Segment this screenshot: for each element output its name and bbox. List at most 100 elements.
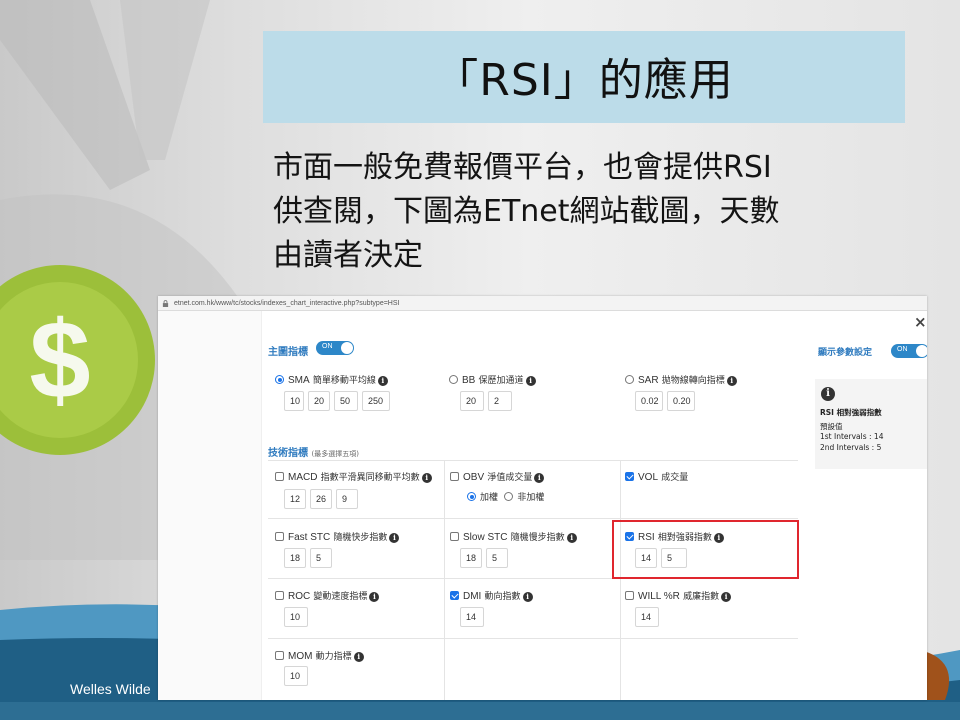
slow-stc-input-1[interactable]: 18: [460, 548, 482, 568]
rsi-highlight-box: [612, 520, 799, 579]
bb-input-2[interactable]: 2: [488, 391, 512, 411]
sma-inputs: 10 20 50 250: [284, 391, 390, 411]
info-icon[interactable]: i: [353, 652, 364, 662]
option-en: Fast STC: [288, 532, 331, 543]
option-en: MOM: [288, 651, 313, 662]
sar-option[interactable]: SAR 拋物線轉向指標 i: [625, 373, 737, 386]
macd-checkbox[interactable]: [275, 472, 284, 481]
option-zh: 淨值成交量: [487, 473, 533, 483]
will-r-inputs: 14: [635, 607, 659, 627]
will-r-checkbox[interactable]: [625, 591, 634, 600]
sar-radio[interactable]: [625, 375, 634, 384]
url-text: etnet.com.hk/www/tc/stocks/indexes_chart…: [174, 300, 400, 307]
side-toggle[interactable]: ON: [891, 344, 927, 358]
macd-input-2[interactable]: 26: [310, 489, 332, 509]
dmi-option[interactable]: DMI 動向指數 i: [450, 589, 533, 602]
sma-input-4[interactable]: 250: [362, 391, 390, 411]
info-icon[interactable]: i: [726, 376, 737, 386]
info-icon[interactable]: i: [369, 592, 380, 602]
will-r-option[interactable]: WILL %R 威廉指數 i: [625, 589, 732, 602]
dmi-inputs: 14: [460, 607, 484, 627]
default-label: 預設值: [820, 422, 843, 431]
vol-option[interactable]: VOL 成交量: [625, 470, 688, 483]
bb-input-1[interactable]: 20: [460, 391, 484, 411]
url-bar[interactable]: etnet.com.hk/www/tc/stocks/indexes_chart…: [158, 296, 927, 311]
slow-stc-checkbox[interactable]: [450, 532, 459, 541]
option-zh: 保歷加通道: [478, 376, 524, 386]
option-en: ROC: [288, 591, 311, 602]
bb-radio[interactable]: [449, 375, 458, 384]
option-zh: 威廉指數: [683, 592, 720, 602]
option-zh: 指數平滑異同移動平均數: [320, 473, 420, 483]
info-title-en: RSI: [820, 408, 834, 417]
mom-inputs: 10: [284, 666, 308, 686]
roc-input-1[interactable]: 10: [284, 607, 308, 627]
macd-option[interactable]: MACD 指數平滑異同移動平均數 i: [275, 470, 432, 483]
option-en: VOL: [638, 472, 659, 483]
fast-stc-input-2[interactable]: 5: [310, 548, 332, 568]
obv-option[interactable]: OBV 淨值成交量 i: [450, 470, 545, 483]
unweighted-label: 非加權: [517, 493, 545, 503]
sma-option[interactable]: SMA 簡單移動平均線 i: [275, 373, 388, 386]
macd-input-3[interactable]: 9: [336, 489, 358, 509]
sma-input-2[interactable]: 20: [308, 391, 330, 411]
bottom-strip: [0, 702, 960, 720]
fast-stc-inputs: 18 5: [284, 548, 332, 568]
info-icon[interactable]: i: [522, 592, 533, 602]
left-margin: [158, 311, 262, 700]
macd-input-1[interactable]: 12: [284, 489, 306, 509]
toggle-label: ON: [322, 343, 333, 350]
slow-stc-input-2[interactable]: 5: [486, 548, 508, 568]
info-icon[interactable]: i: [534, 473, 545, 483]
vol-checkbox[interactable]: [625, 472, 634, 481]
mom-option[interactable]: MOM 動力指標 i: [275, 649, 364, 662]
obv-weight-options: 加權 非加權: [467, 490, 544, 503]
fast-stc-option[interactable]: Fast STC 隨機快步指數 i: [275, 530, 400, 543]
slow-stc-inputs: 18 5: [460, 548, 508, 568]
info-icon[interactable]: i: [421, 473, 432, 483]
weighted-radio[interactable]: [467, 492, 476, 501]
fast-stc-input-1[interactable]: 18: [284, 548, 306, 568]
slide-body: 市面一般免費報價平台，也會提供RSI 供查閱，下圖為ETnet網站截圖，天數 由…: [273, 146, 913, 278]
sma-input-1[interactable]: 10: [284, 391, 304, 411]
toggle-knob: [916, 345, 927, 357]
info-icon[interactable]: i: [525, 376, 536, 386]
main-toggle[interactable]: ON: [316, 341, 354, 355]
option-en: OBV: [463, 472, 485, 483]
roc-checkbox[interactable]: [275, 591, 284, 600]
info-title-zh: 相對強弱指數: [836, 408, 882, 417]
bb-option[interactable]: BB 保歷加通道 i: [449, 373, 536, 386]
obv-checkbox[interactable]: [450, 472, 459, 481]
interval-2: 2nd Intervals : 5: [820, 443, 882, 452]
sma-radio[interactable]: [275, 375, 284, 384]
option-zh: 動力指標: [315, 652, 352, 662]
footer-author: Welles Wilde: [70, 681, 151, 697]
roc-option[interactable]: ROC 變動速度指標 i: [275, 589, 380, 602]
will-r-input-1[interactable]: 14: [635, 607, 659, 627]
fast-stc-checkbox[interactable]: [275, 532, 284, 541]
interval-1: 1st Intervals : 14: [820, 432, 884, 441]
sar-inputs: 0.02 0.20: [635, 391, 695, 411]
dmi-input-1[interactable]: 14: [460, 607, 484, 627]
option-zh: 變動速度指標: [313, 592, 368, 602]
etnet-screenshot: etnet.com.hk/www/tc/stocks/indexes_chart…: [158, 296, 927, 700]
unweighted-radio[interactable]: [504, 492, 514, 501]
sma-input-3[interactable]: 50: [334, 391, 358, 411]
mom-checkbox[interactable]: [275, 651, 284, 660]
info-icon[interactable]: i: [566, 533, 577, 543]
info-icon[interactable]: i: [377, 376, 388, 386]
info-icon[interactable]: i: [721, 592, 732, 602]
close-icon[interactable]: ×: [914, 313, 927, 331]
dmi-checkbox[interactable]: [450, 591, 459, 600]
divider: [268, 638, 798, 639]
mom-input-1[interactable]: 10: [284, 666, 308, 686]
option-en: MACD: [288, 472, 318, 483]
info-icon[interactable]: i: [389, 533, 400, 543]
slow-stc-option[interactable]: Slow STC 隨機慢步指數 i: [450, 530, 577, 543]
info-title: RSI 相對強弱指數: [820, 407, 882, 418]
tech-title: 技術指標: [268, 448, 308, 459]
bb-inputs: 20 2: [460, 391, 512, 411]
tech-note: (最多選擇五項): [311, 450, 359, 458]
sar-input-2[interactable]: 0.20: [667, 391, 695, 411]
sar-input-1[interactable]: 0.02: [635, 391, 663, 411]
